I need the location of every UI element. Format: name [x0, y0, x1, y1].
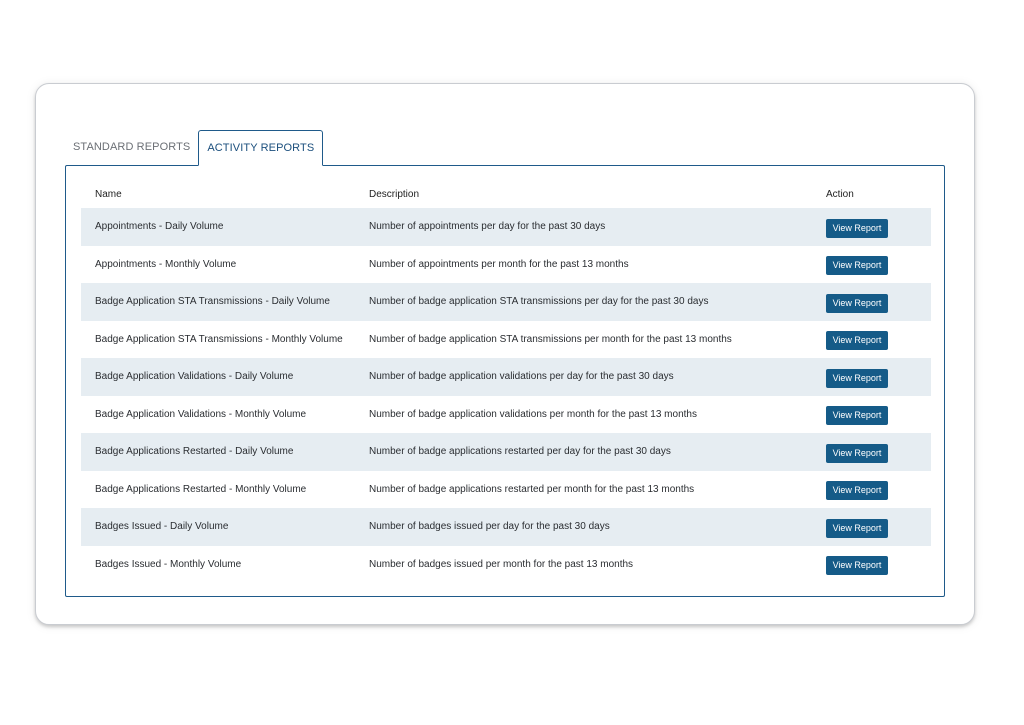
table-row: Badges Issued - Daily Volume Number of b…: [81, 508, 931, 546]
row-name: Badge Application STA Transmissions - Da…: [95, 296, 330, 308]
tab-standard-reports[interactable]: STANDARD REPORTS: [65, 130, 198, 164]
row-name: Badge Application STA Transmissions - Mo…: [95, 333, 343, 345]
report-tabs: STANDARD REPORTS ACTIVITY REPORTS: [65, 130, 324, 166]
row-description: Number of badges issued per day for the …: [369, 521, 610, 533]
view-report-button[interactable]: View Report: [826, 406, 888, 426]
view-report-button[interactable]: View Report: [826, 256, 888, 276]
row-name: Badges Issued - Daily Volume: [95, 521, 229, 533]
view-report-button[interactable]: View Report: [826, 293, 888, 313]
row-description: Number of badge applications restarted p…: [369, 446, 671, 458]
header-name: Name: [95, 189, 122, 200]
view-report-button[interactable]: View Report: [826, 556, 888, 576]
view-report-button[interactable]: View Report: [826, 368, 888, 388]
row-description: Number of badge application STA transmis…: [369, 333, 732, 345]
row-name: Appointments - Monthly Volume: [95, 258, 237, 270]
row-name: Badge Application Validations - Monthly …: [95, 408, 307, 420]
row-description: Number of appointments per day for the p…: [369, 221, 606, 233]
table-row: Badge Application STA Transmissions - Mo…: [81, 321, 931, 359]
row-name: Badge Applications Restarted - Monthly V…: [95, 483, 307, 495]
view-report-button[interactable]: View Report: [826, 518, 888, 538]
row-description: Number of badge application validations …: [369, 371, 674, 383]
row-name: Badge Application Validations - Daily Vo…: [95, 371, 294, 383]
row-name: Appointments - Daily Volume: [95, 221, 224, 233]
row-description: Number of badges issued per month for th…: [369, 558, 634, 570]
row-name: Badge Applications Restarted - Daily Vol…: [95, 446, 294, 458]
row-description: Number of appointments per month for the…: [369, 258, 629, 270]
view-report-button[interactable]: View Report: [826, 443, 888, 463]
tab-activity-reports[interactable]: ACTIVITY REPORTS: [198, 130, 324, 166]
table-row: Badges Issued - Monthly Volume Number of…: [81, 546, 931, 584]
row-description: Number of badge applications restarted p…: [369, 483, 695, 495]
table-row: Badge Applications Restarted - Monthly V…: [81, 471, 931, 509]
table-row: Appointments - Daily Volume Number of ap…: [81, 208, 931, 246]
row-description: Number of badge application validations …: [369, 408, 697, 420]
table-row: Appointments - Monthly Volume Number of …: [81, 246, 931, 284]
view-report-button[interactable]: View Report: [826, 218, 888, 238]
header-action: Action: [826, 189, 854, 200]
table-row: Badge Applications Restarted - Daily Vol…: [81, 433, 931, 471]
table-row: Badge Application Validations - Daily Vo…: [81, 358, 931, 396]
table-row: Badge Application Validations - Monthly …: [81, 396, 931, 434]
row-name: Badges Issued - Monthly Volume: [95, 558, 242, 570]
view-report-button[interactable]: View Report: [826, 481, 888, 501]
table-row: Badge Application STA Transmissions - Da…: [81, 283, 931, 321]
activity-reports-panel: Name Description Action Appointments - D…: [65, 165, 945, 597]
view-report-button[interactable]: View Report: [826, 331, 888, 351]
reports-table: Name Description Action Appointments - D…: [81, 181, 931, 583]
row-description: Number of badge application STA transmis…: [369, 296, 709, 308]
table-header: Name Description Action: [81, 181, 931, 208]
header-description: Description: [369, 189, 420, 200]
